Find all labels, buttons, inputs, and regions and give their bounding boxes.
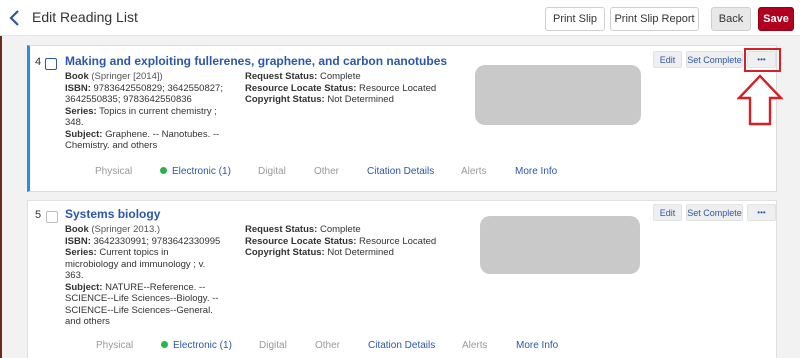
series-value: microbiology and immunology ; v. [65, 258, 206, 270]
series-value: 348. [65, 117, 84, 128]
tab-other[interactable]: Other [314, 166, 339, 177]
tab-more-info[interactable]: More Info [516, 340, 558, 351]
isbn-value: 3642550835; 9783642550836 [65, 94, 192, 105]
series-value: Topics in current chemistry ; [99, 105, 217, 117]
tab-electronic[interactable]: Electronic (1) [161, 340, 232, 351]
tab-physical[interactable]: Physical [95, 166, 132, 177]
series-value: 363. [65, 270, 84, 281]
citation-tabs: Physical Electronic (1) Digital Other Ci… [30, 166, 776, 180]
print-slip-report-button[interactable]: Print Slip Report [610, 7, 699, 31]
tab-alerts[interactable]: Alerts [462, 340, 488, 351]
citation-details: Book (Springer [2014]) ISBN: 97836425508… [65, 71, 245, 152]
tab-other[interactable]: Other [315, 340, 340, 351]
resource-locate-value: Resource Located [359, 235, 437, 247]
edit-button[interactable]: Edit [653, 51, 682, 68]
up-arrow-icon [737, 74, 783, 126]
citation-card: 5 Systems biology Book (Springer 2013.) … [27, 200, 777, 358]
isbn-value: 9783642550829; 3642550827; [93, 82, 223, 94]
citation-status: Request Status: Complete Resource Locate… [245, 71, 455, 106]
subject-value: and others [65, 316, 110, 327]
subject-value: Chemistry. and others [65, 140, 158, 151]
tab-electronic[interactable]: Electronic (1) [160, 166, 231, 177]
subject-label: Subject: [65, 128, 103, 140]
tab-citation-details[interactable]: Citation Details [368, 340, 435, 351]
select-checkbox[interactable] [45, 58, 57, 70]
series-label: Series: [65, 247, 97, 258]
isbn-label: ISBN: [65, 235, 91, 247]
tab-electronic-label: Electronic (1) [172, 166, 231, 177]
page-title: Edit Reading List [32, 9, 138, 25]
citation-title[interactable]: Systems biology [65, 207, 160, 221]
copyright-status-label: Copyright Status: [245, 247, 325, 258]
citation-details: Book (Springer 2013.) ISBN: 3642330991; … [65, 224, 245, 328]
citation-number: 5 [35, 209, 42, 221]
tab-digital[interactable]: Digital [258, 166, 286, 177]
set-complete-button[interactable]: Set Complete [686, 51, 743, 68]
isbn-label: ISBN: [65, 82, 91, 94]
more-options-icon[interactable]: ••• [747, 204, 776, 221]
request-status-value: Complete [319, 71, 361, 82]
subject-value: NATURE--Reference. -- [105, 281, 206, 293]
type-detail: (Springer 2013.) [91, 224, 161, 235]
set-complete-button[interactable]: Set Complete [686, 204, 743, 221]
page-header: Edit Reading List Print Slip Print Slip … [0, 0, 800, 36]
request-status-label: Request Status: [245, 71, 318, 82]
isbn-value: 3642330991; 9783642330995 [93, 235, 221, 247]
request-status-value: Complete [319, 224, 361, 235]
copyright-status-label: Copyright Status: [245, 94, 325, 105]
resource-locate-label: Resource Locate Status: [245, 82, 357, 94]
citation-title[interactable]: Making and exploiting fullerenes, graphe… [65, 54, 447, 68]
citation-tabs: Physical Electronic (1) Digital Other Ci… [28, 340, 776, 354]
citation-status: Request Status: Complete Resource Locate… [245, 224, 455, 259]
tab-alerts[interactable]: Alerts [461, 166, 487, 177]
resource-locate-label: Resource Locate Status: [245, 235, 357, 247]
cover-thumbnail [475, 65, 641, 125]
type-label: Book [65, 71, 89, 82]
back-button[interactable]: Back [711, 7, 751, 31]
type-detail: (Springer [2014]) [91, 71, 163, 82]
green-dot-icon [160, 167, 167, 174]
type-label: Book [65, 224, 89, 235]
request-status-label: Request Status: [245, 224, 318, 235]
tab-more-info[interactable]: More Info [515, 166, 557, 177]
copyright-status-value: Not Determined [327, 247, 394, 258]
series-value: Current topics in [99, 247, 169, 258]
window-edge [0, 0, 2, 358]
subject-value: SCIENCE--Life Sciences--Biology. -- [65, 293, 219, 304]
tab-electronic-label: Electronic (1) [173, 340, 232, 351]
cover-thumbnail [480, 216, 640, 274]
subject-value: Graphene. -- Nanotubes. -- [105, 128, 220, 140]
subject-label: Subject: [65, 281, 103, 293]
print-slip-button[interactable]: Print Slip [545, 7, 605, 31]
citation-card: 4 Making and exploiting fullerenes, grap… [27, 45, 777, 192]
edit-button[interactable]: Edit [653, 204, 682, 221]
save-button[interactable]: Save [758, 7, 794, 31]
tab-physical[interactable]: Physical [96, 340, 133, 351]
select-checkbox[interactable] [46, 211, 58, 223]
series-label: Series: [65, 105, 97, 117]
citation-number: 4 [35, 56, 42, 68]
tab-citation-details[interactable]: Citation Details [367, 166, 434, 177]
resource-locate-value: Resource Located [359, 82, 437, 94]
copyright-status-value: Not Determined [327, 94, 394, 105]
green-dot-icon [161, 341, 168, 348]
annotation-highlight [744, 48, 781, 72]
tab-digital[interactable]: Digital [259, 340, 287, 351]
subject-value: SCIENCE--Life Sciences--General. [65, 304, 213, 316]
chevron-left-icon[interactable] [8, 9, 22, 27]
